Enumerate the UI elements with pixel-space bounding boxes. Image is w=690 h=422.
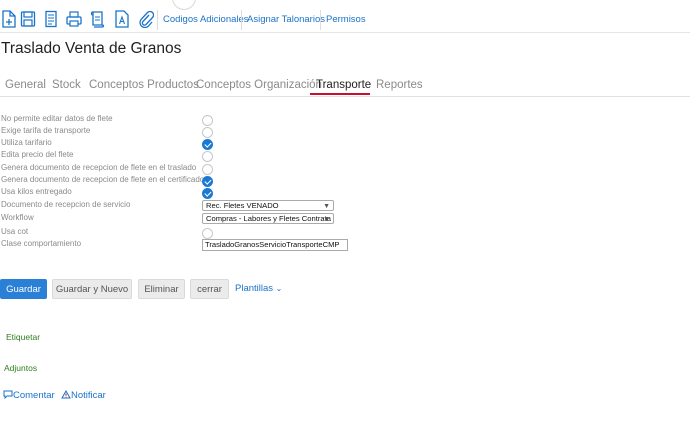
tab-transporte[interactable]: Transporte — [316, 79, 371, 91]
field-label: Genera documento de recepcion de flete e… — [1, 163, 197, 172]
select-value: Compras - Labores y Fletes Contrata — [206, 214, 331, 223]
plantillas-dropdown[interactable]: Plantillas ⌄ — [235, 283, 282, 294]
genera-doc-traslado-checkbox[interactable] — [202, 164, 213, 175]
field-label: Utiliza tarifario — [1, 138, 52, 147]
comentar-label: Comentar — [13, 390, 55, 401]
comentar-link[interactable]: Comentar — [3, 390, 55, 401]
copy-document-icon[interactable] — [43, 10, 59, 28]
form-row-documento-recepcion: Documento de recepcion de servicio — [0, 200, 690, 212]
warning-icon — [61, 389, 71, 399]
plantillas-label: Plantillas — [235, 283, 274, 294]
select-value: Rec. Fletes VENADO — [206, 201, 279, 210]
clase-comportamiento-input[interactable]: TrasladoGranosServicioTransporteCMP — [202, 239, 348, 251]
field-label: Documento de recepcion de servicio — [1, 200, 131, 209]
asignar-talonarios-link[interactable]: Asignar Talonarios — [247, 14, 325, 25]
field-label: Edita precio del flete — [1, 150, 74, 159]
codigos-adicionales-link[interactable]: Codigos Adicionales — [163, 14, 249, 25]
permisos-link[interactable]: Permisos — [326, 14, 366, 25]
form-row-no-permite-editar: No permite editar datos de flete — [0, 114, 690, 126]
documento-recepcion-select[interactable]: Rec. Fletes VENADO ▼ — [202, 200, 334, 211]
field-label: Usa cot — [1, 227, 29, 236]
genera-doc-certificado-checkbox[interactable] — [202, 176, 213, 187]
form-row-utiliza-tarifario: Utiliza tarifario — [0, 138, 690, 150]
form-row-genera-doc-certificado: Genera documento de recepcion de flete e… — [0, 175, 690, 187]
active-tab-indicator — [310, 93, 370, 95]
form-row-exige-tarifa: Exige tarifa de transporte — [0, 126, 690, 138]
comment-icon — [3, 390, 13, 400]
cerrar-button[interactable]: cerrar — [190, 279, 229, 299]
guardar-y-nuevo-button[interactable]: Guardar y Nuevo — [52, 279, 132, 299]
field-label: Genera documento de recepcion de flete e… — [1, 175, 205, 184]
edita-precio-flete-checkbox[interactable] — [202, 151, 213, 162]
workflow-select[interactable]: Compras - Labores y Fletes Contrata ▼ — [202, 213, 334, 224]
text-document-icon[interactable] — [114, 10, 130, 28]
guardar-button[interactable]: Guardar — [0, 279, 47, 299]
save-icon[interactable] — [20, 10, 36, 28]
new-document-icon[interactable] — [1, 10, 17, 28]
field-label: No permite editar datos de flete — [1, 114, 113, 123]
etiquetar-section[interactable]: Etiquetar — [6, 332, 40, 342]
tab-conceptos-productos[interactable]: Conceptos Productos — [89, 79, 199, 91]
utiliza-tarifario-checkbox[interactable] — [202, 139, 213, 150]
report-icon[interactable] — [90, 10, 106, 28]
toolbar: Codigos Adicionales Asignar Talonarios P… — [0, 0, 690, 33]
eliminar-button[interactable]: Eliminar — [138, 279, 185, 299]
form-row-genera-doc-traslado: Genera documento de recepcion de flete e… — [0, 163, 690, 175]
notificar-link[interactable]: Notificar — [61, 389, 106, 401]
field-label: Clase comportamiento — [1, 239, 82, 248]
form-row-usa-cot: Usa cot — [0, 227, 690, 239]
print-icon[interactable] — [66, 10, 82, 28]
form-row-edita-precio: Edita precio del flete — [0, 150, 690, 162]
usa-cot-checkbox[interactable] — [202, 228, 213, 239]
toolbar-circle-decoration — [172, 0, 196, 10]
form-row-workflow: Workflow — [0, 213, 690, 225]
field-label: Workflow — [1, 213, 34, 222]
tab-reportes[interactable]: Reportes — [376, 79, 423, 91]
adjuntos-section[interactable]: Adjuntos — [4, 363, 37, 373]
chevron-down-icon: ▼ — [323, 203, 330, 210]
form-row-usa-kilos: Usa kilos entregado — [0, 187, 690, 199]
toolbar-separator — [241, 10, 242, 30]
field-label: Exige tarifa de transporte — [1, 126, 91, 135]
exige-tarifa-checkbox[interactable] — [202, 127, 213, 138]
tab-conceptos-organizacion[interactable]: Conceptos Organización — [196, 79, 322, 91]
chevron-down-icon: ▼ — [323, 216, 330, 223]
tab-stock[interactable]: Stock — [52, 79, 81, 91]
usa-kilos-entregado-checkbox[interactable] — [202, 188, 213, 199]
toolbar-separator — [320, 10, 321, 30]
toolbar-separator — [157, 10, 158, 30]
page-title: Traslado Venta de Granos — [1, 40, 182, 57]
chevron-down-icon: ⌄ — [275, 284, 283, 293]
tab-general[interactable]: General — [5, 79, 46, 91]
attach-icon[interactable] — [138, 10, 154, 28]
notificar-label: Notificar — [71, 390, 106, 401]
no-permite-editar-flete-checkbox[interactable] — [202, 115, 213, 126]
field-label: Usa kilos entregado — [1, 187, 72, 196]
